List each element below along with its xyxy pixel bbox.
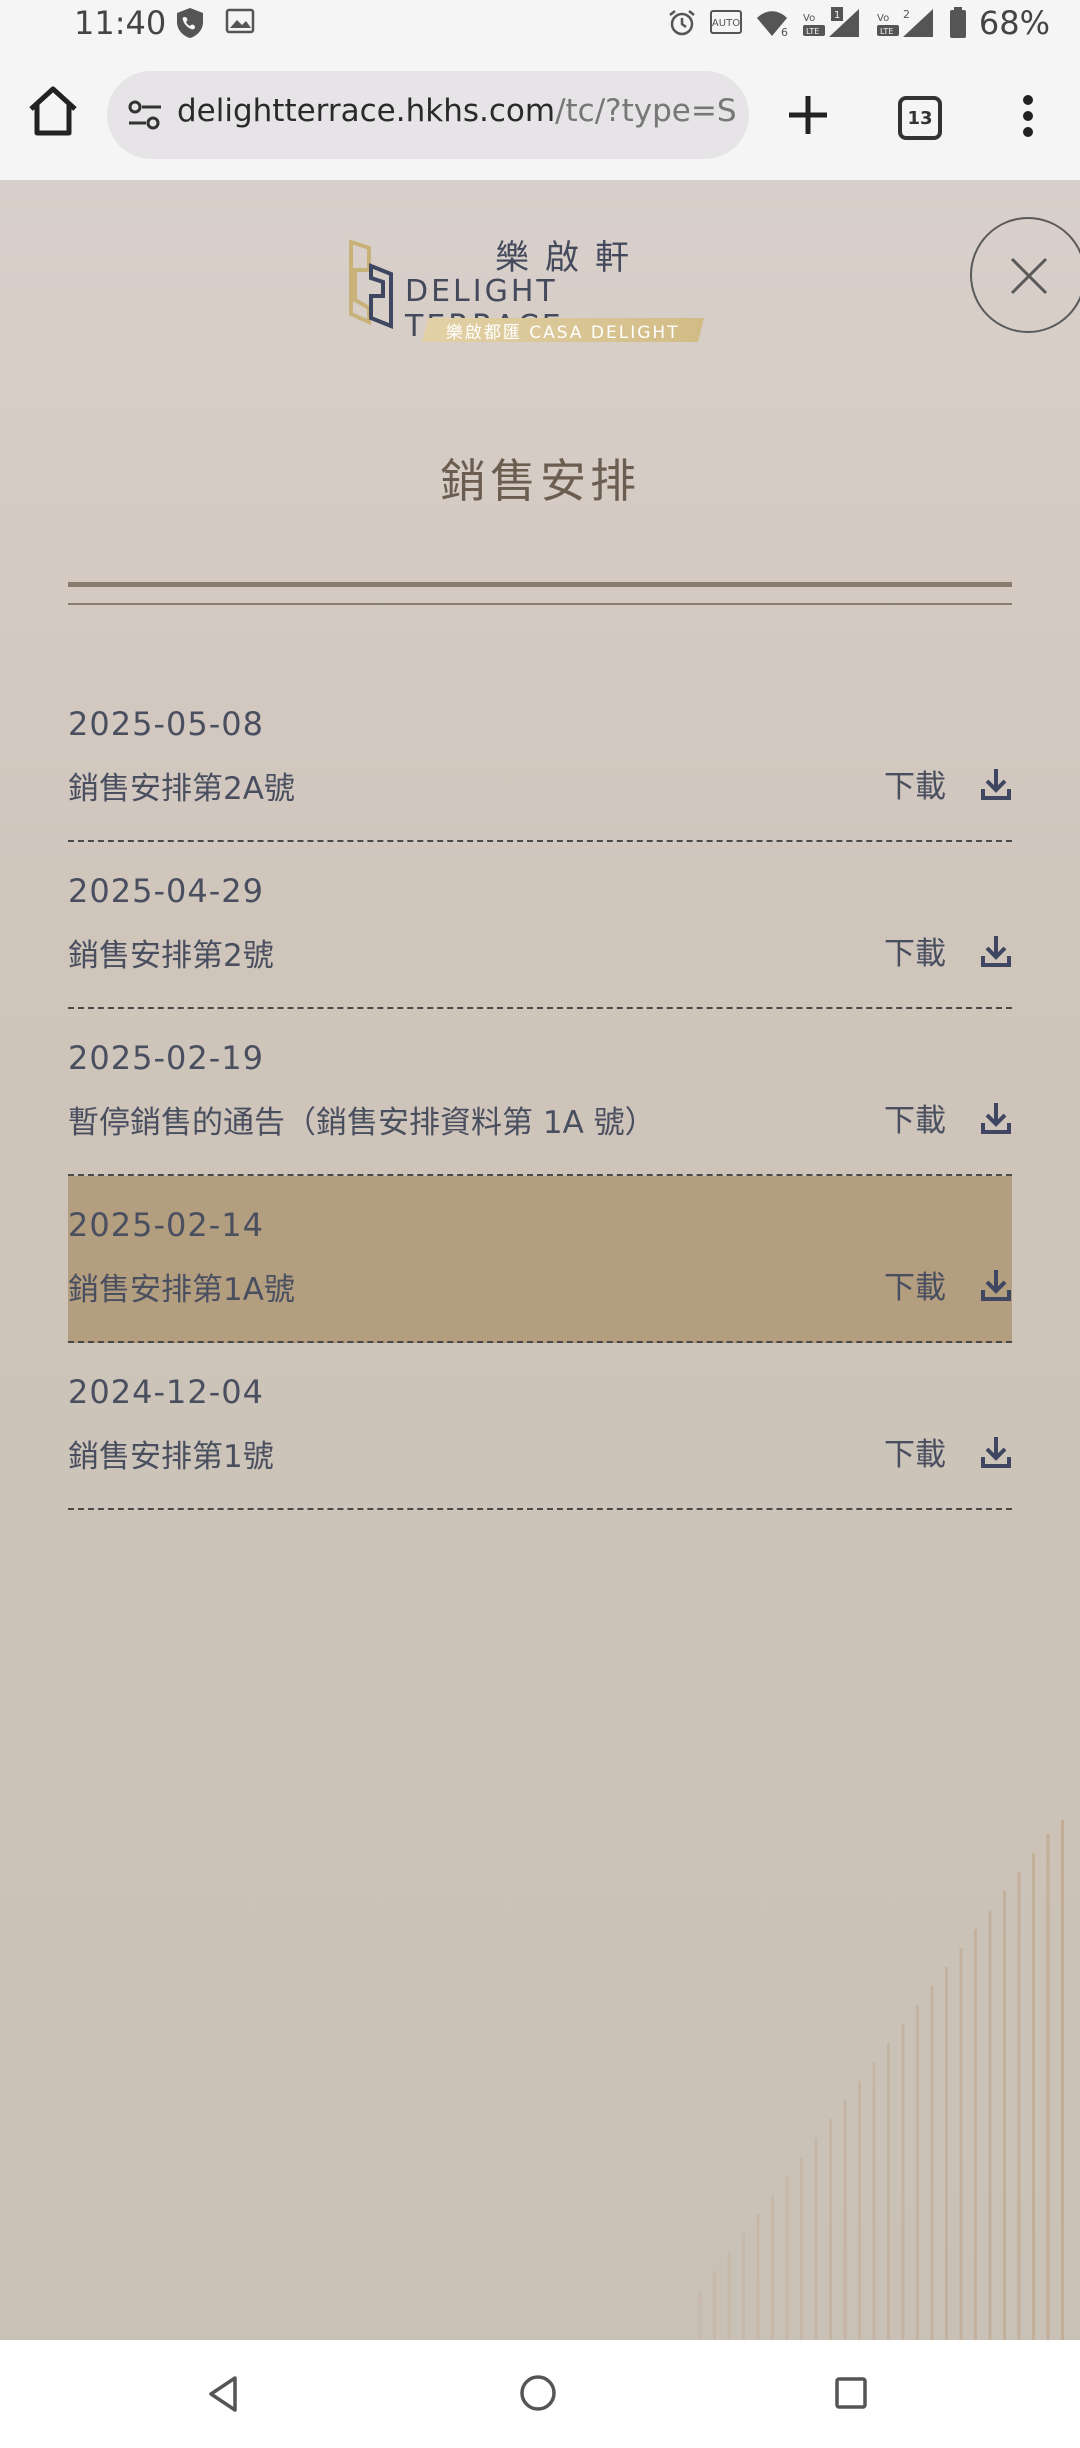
item-date: 2025-02-14 — [68, 1206, 264, 1244]
url-host: delightterrace.hkhs.com — [177, 93, 556, 129]
more-vert-icon[interactable] — [1020, 94, 1036, 138]
download-icon — [981, 1102, 1011, 1134]
item-title: 暫停銷售的通告（銷售安排資料第 1A 號） — [68, 1105, 656, 1141]
url-path: /tc/?type=Sales+ — [555, 93, 737, 129]
item-title: 銷售安排第2號 — [68, 938, 274, 974]
volte-signal-2-icon: Vo LTE 2 — [876, 8, 933, 37]
list-item[interactable]: 2025-04-29 銷售安排第2號 下載 — [68, 842, 1012, 1009]
address-bar[interactable]: delightterrace.hkhs.com/tc/?type=Sales+ — [107, 71, 749, 159]
page-title: 銷售安排 — [440, 454, 640, 508]
download-label: 下載 — [884, 1103, 946, 1139]
download-label: 下載 — [884, 1270, 946, 1306]
recents-icon[interactable] — [834, 2376, 868, 2410]
download-link[interactable]: 下載 — [884, 1262, 1012, 1307]
logo-subtitle-text: 樂啟都匯 CASA DELIGHT — [446, 322, 680, 343]
auto-brightness-icon: AUTO — [709, 10, 742, 34]
battery-icon — [949, 7, 966, 38]
svg-text:LTE: LTE — [806, 27, 819, 36]
svg-text:2: 2 — [903, 8, 910, 21]
list-item[interactable]: 2024-12-04 銷售安排第1號 下載 — [68, 1343, 1012, 1510]
download-label: 下載 — [884, 769, 946, 805]
download-link[interactable]: 下載 — [884, 1429, 1012, 1474]
item-title: 銷售安排第2A號 — [68, 771, 295, 807]
nav-home-icon[interactable] — [517, 2372, 559, 2414]
svg-text:Vo: Vo — [877, 13, 889, 24]
close-icon — [1010, 257, 1048, 295]
svg-text:LTE: LTE — [880, 27, 893, 36]
logo-subtitle: 樂啟都匯 CASA DELIGHT — [422, 318, 704, 343]
delight-terrace-logo: 樂啟軒 DELIGHT TERRACE 樂啟都匯 CASA DELIGHT — [345, 230, 725, 350]
download-icon — [981, 1436, 1011, 1468]
building-logo-icon — [349, 239, 393, 329]
download-icon — [981, 1269, 1011, 1301]
site-settings-icon[interactable] — [125, 95, 165, 135]
battery-percent: 68% — [978, 4, 1050, 42]
back-icon[interactable] — [205, 2374, 241, 2414]
phone-shield-icon — [177, 8, 203, 38]
svg-text:1: 1 — [834, 10, 840, 21]
url-text[interactable]: delightterrace.hkhs.com/tc/?type=Sales+ — [177, 93, 737, 129]
svg-text:6: 6 — [781, 26, 788, 38]
browser-toolbar: delightterrace.hkhs.com/tc/?type=Sales+ … — [0, 50, 1080, 180]
download-link[interactable]: 下載 — [884, 761, 1012, 806]
svg-text:AUTO: AUTO — [712, 18, 740, 29]
svg-text:Vo: Vo — [803, 13, 815, 24]
item-title: 銷售安排第1號 — [68, 1439, 274, 1475]
list-item[interactable]: 2025-02-14 銷售安排第1A號 下載 — [68, 1176, 1012, 1343]
decorative-stripes — [698, 1820, 1064, 2340]
item-title: 銷售安排第1A號 — [68, 1272, 295, 1308]
download-link[interactable]: 下載 — [884, 1095, 1012, 1140]
close-button[interactable] — [970, 217, 1080, 333]
item-date: 2025-05-08 — [68, 705, 264, 743]
item-date: 2025-02-19 — [68, 1039, 264, 1077]
status-bar: 11:40 AUTO 6 Vo LTE 1 Vo LTE 2 68% — [0, 0, 1080, 50]
title-divider-thin — [68, 603, 1012, 605]
list-item[interactable]: 2025-05-08 銷售安排第2A號 下載 — [68, 675, 1012, 842]
sales-arrangement-page: 樂啟軒 DELIGHT TERRACE 樂啟都匯 CASA DELIGHT 銷售… — [0, 180, 1080, 2340]
item-date: 2024-12-04 — [68, 1373, 264, 1411]
download-label: 下載 — [884, 936, 946, 972]
title-divider-thick — [68, 582, 1012, 587]
download-label: 下載 — [884, 1437, 946, 1473]
wifi-icon: 6 — [756, 11, 788, 38]
sales-arrangement-list: 2025-05-08 銷售安排第2A號 下載 2025-04-29 銷售安排第2… — [68, 675, 1012, 1510]
tab-switcher-button[interactable]: 13 — [898, 96, 942, 140]
image-icon — [225, 8, 255, 34]
logo-chinese-name: 樂啟軒 — [495, 238, 645, 278]
download-link[interactable]: 下載 — [884, 928, 1012, 973]
alarm-icon — [669, 10, 695, 36]
item-date: 2025-04-29 — [68, 872, 264, 910]
home-icon[interactable] — [25, 83, 81, 139]
download-icon — [981, 935, 1011, 967]
list-item[interactable]: 2025-02-19 暫停銷售的通告（銷售安排資料第 1A 號） 下載 — [68, 1009, 1012, 1176]
system-nav-bar — [0, 2340, 1080, 2448]
volte-signal-1-icon: Vo LTE 1 — [802, 7, 859, 37]
download-icon — [981, 768, 1011, 800]
status-time: 11:40 — [74, 4, 167, 42]
plus-icon[interactable] — [783, 90, 833, 140]
